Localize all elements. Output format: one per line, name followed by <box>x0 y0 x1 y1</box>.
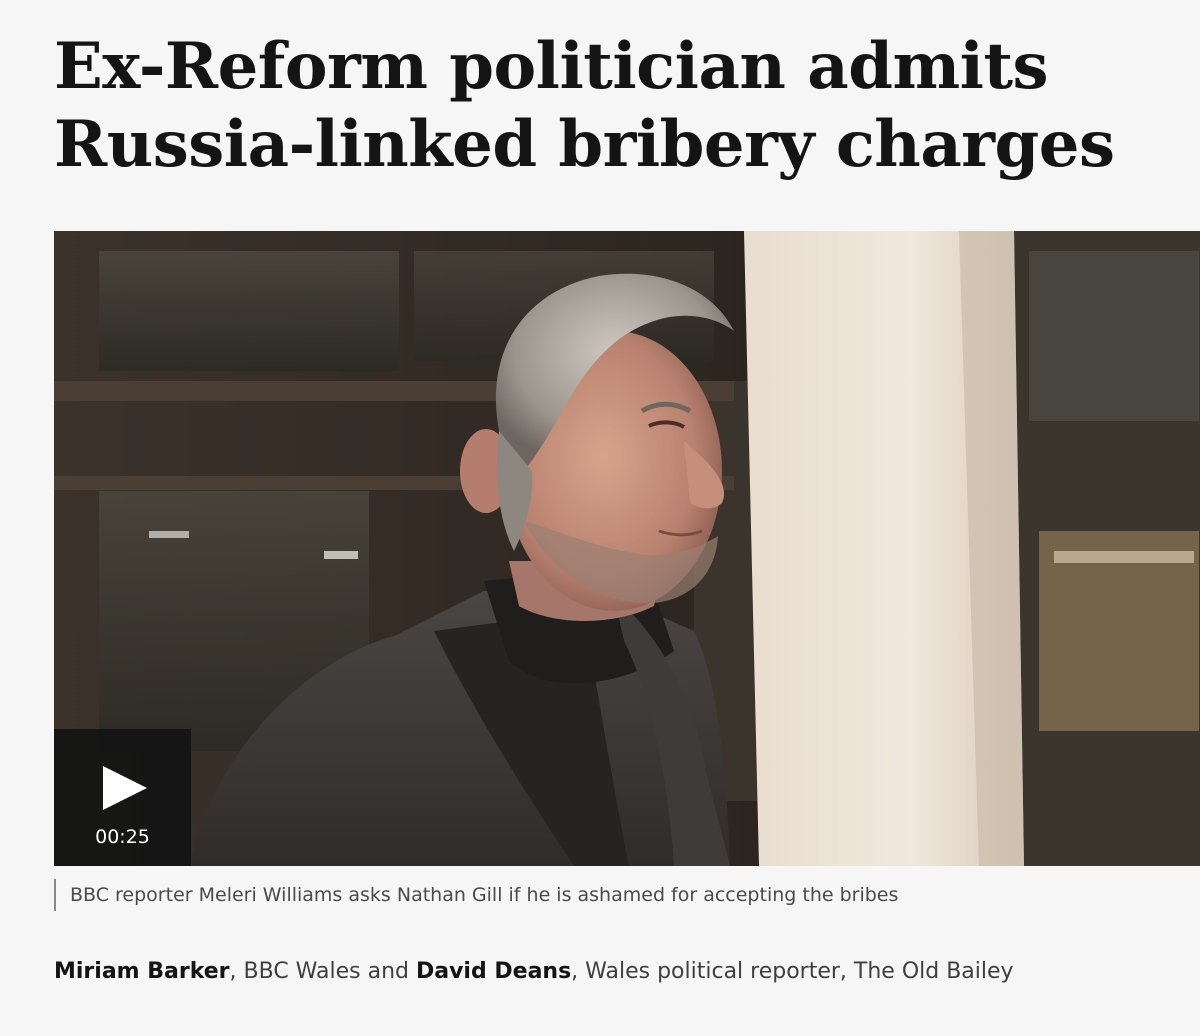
play-icon <box>103 766 147 810</box>
article-headline: Ex-Reform politician admits Russia-linke… <box>54 29 1115 182</box>
video-thumbnail <box>54 231 1200 866</box>
video-duration: 00:25 <box>95 826 150 848</box>
video-player[interactable]: 00:25 <box>54 231 1200 866</box>
image-caption: BBC reporter Meleri Williams asks Nathan… <box>54 879 898 911</box>
author-link-miriam-barker[interactable]: Miriam Barker <box>54 959 230 984</box>
byline-location: , Wales political reporter, The Old Bail… <box>571 959 1014 984</box>
byline-text: , BBC Wales and <box>229 959 416 984</box>
author-link-david-deans[interactable]: David Deans <box>416 959 571 984</box>
byline: Miriam Barker, BBC Wales and David Deans… <box>54 953 1114 990</box>
play-button[interactable]: 00:25 <box>54 729 191 866</box>
